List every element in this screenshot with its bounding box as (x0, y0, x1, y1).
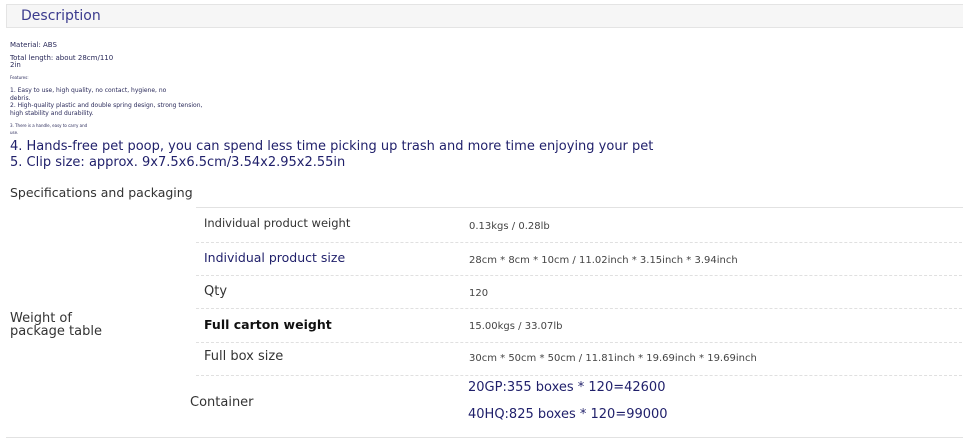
row-divider (196, 242, 962, 243)
weight-package-label: Weight of package table (10, 311, 102, 339)
row-divider (196, 275, 962, 276)
spec-key-container: Container (190, 395, 254, 410)
description-title: Description (21, 8, 101, 24)
features-label: Features: (10, 75, 29, 80)
spec-key-qty: Qty (204, 284, 228, 299)
spec-value-size: 28cm * 8cm * 10cm / 11.02inch * 3.15inch… (469, 255, 738, 266)
table-top-divider (196, 207, 963, 208)
feature-2-line-2: high stability and durability. (10, 110, 94, 117)
container-20gp: 20GP:355 boxes * 120=42600 (468, 380, 666, 395)
feature-3-line-1: 3. There is a handle, easy to carry and (10, 123, 88, 128)
feature-3-line-2: use. (10, 130, 19, 135)
description-header: Description (6, 4, 963, 28)
row-divider (196, 308, 962, 309)
spec-key-box-size: Full box size (204, 349, 284, 364)
feature-2-line-1: 2. High-quality plastic and double sprin… (10, 102, 203, 109)
spec-key-weight: Individual product weight (204, 216, 351, 230)
spec-value-weight: 0.13kgs / 0.28lb (469, 221, 550, 232)
length-line-2: 2in (10, 61, 21, 69)
container-40hq: 40HQ:825 boxes * 120=99000 (468, 407, 668, 422)
spec-value-qty: 120 (469, 288, 489, 299)
table-bottom-divider (6, 437, 963, 438)
specifications-title: Specifications and packaging (10, 185, 193, 200)
row-divider (196, 342, 962, 343)
row-divider (196, 375, 962, 376)
spec-value-box-size: 30cm * 50cm * 50cm / 11.81inch * 19.69in… (469, 353, 757, 364)
material-line: Material: ABS (10, 41, 57, 49)
spec-key-carton-weight: Full carton weight (204, 317, 332, 332)
feature-1-line-1: 1. Easy to use, high quality, no contact… (10, 87, 167, 94)
feature-4: 4. Hands-free pet poop, you can spend le… (10, 139, 654, 154)
spec-key-size: Individual product size (204, 250, 346, 265)
feature-5: 5. Clip size: approx. 9x7.5x6.5cm/3.54x2… (10, 155, 346, 170)
length-line-1: Total length: about 28cm/110 (10, 54, 114, 62)
spec-value-carton-weight: 15.00kgs / 33.07lb (469, 321, 563, 332)
